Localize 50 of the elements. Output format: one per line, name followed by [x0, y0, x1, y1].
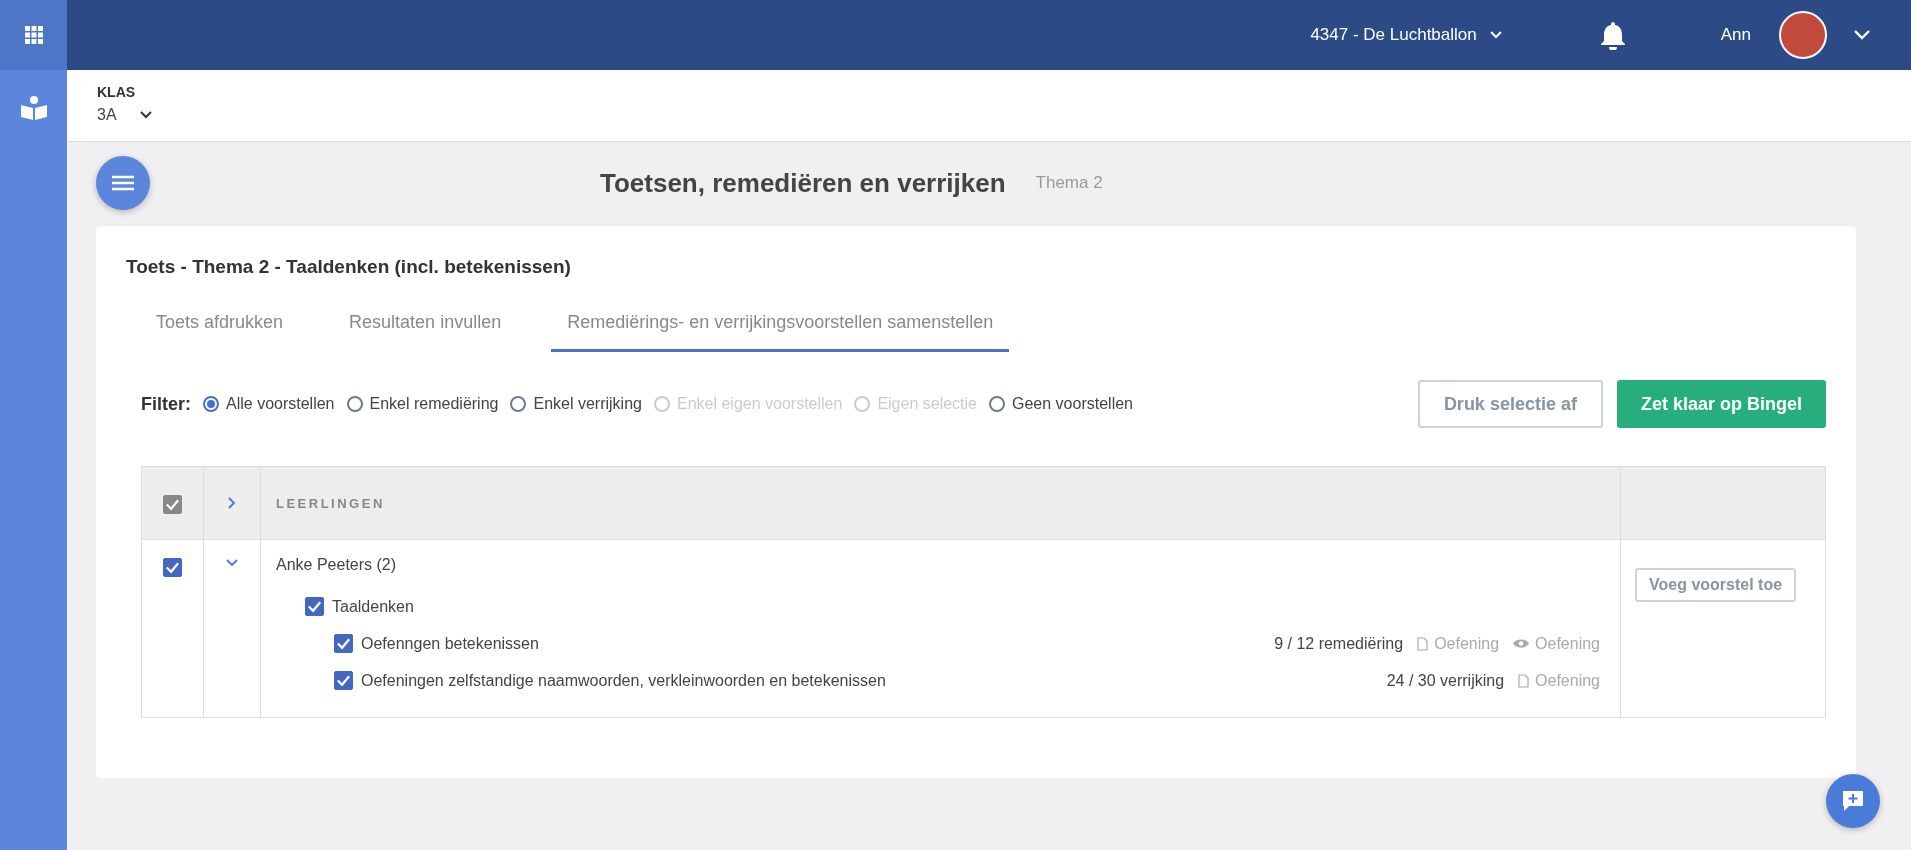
- checkbox[interactable]: [163, 558, 182, 577]
- add-proposal-button[interactable]: Voeg voorstel toe: [1635, 568, 1797, 602]
- checkbox[interactable]: [334, 671, 353, 690]
- tab[interactable]: Resultaten invullen: [333, 302, 518, 352]
- checkbox[interactable]: [305, 597, 324, 616]
- chat-button[interactable]: [1826, 774, 1880, 828]
- grid-icon: [24, 26, 43, 44]
- chat-plus-icon: [1841, 790, 1865, 812]
- test-title: Toets - Thema 2 - Taaldenken (incl. betekenissen): [126, 256, 572, 278]
- filter-radio[interactable]: Enkel remediëring: [346, 395, 499, 413]
- menu-button[interactable]: [96, 156, 150, 210]
- checkbox[interactable]: [163, 495, 182, 514]
- school-selector[interactable]: 4347 - De Luchtballon: [1310, 25, 1503, 45]
- document-icon: [1417, 636, 1429, 651]
- column-header: LEERLINGEN: [275, 494, 386, 513]
- exercise-name: Oefenngen betekenissen: [361, 634, 539, 653]
- expand-chevron-icon[interactable]: [225, 558, 239, 568]
- user-name: Ann: [1720, 25, 1751, 45]
- chevron-down-icon: [1488, 30, 1503, 40]
- document-icon: [1518, 673, 1530, 688]
- apps-button[interactable]: [0, 0, 67, 70]
- filter-label: Filter:: [141, 393, 191, 415]
- print-button[interactable]: Druk selectie af: [1417, 380, 1603, 428]
- reader-book-icon: [19, 94, 48, 121]
- topic-name: Taaldenken: [332, 597, 414, 616]
- chevron-down-icon[interactable]: [1853, 29, 1871, 41]
- tab[interactable]: Remediërings- en verrijkingsvoorstellen samenstellen: [551, 302, 1010, 352]
- eye-icon: [1513, 638, 1530, 649]
- exercise-link[interactable]: Oefening: [1518, 671, 1600, 690]
- menu-icon: [112, 175, 134, 191]
- avatar[interactable]: [1779, 11, 1827, 59]
- bell-icon[interactable]: [1598, 20, 1627, 50]
- preview-link[interactable]: Oefening: [1513, 634, 1600, 653]
- publish-button[interactable]: Zet klaar op Bingel: [1616, 380, 1826, 428]
- tab[interactable]: Toets afdrukken: [140, 302, 300, 352]
- checkbox[interactable]: [334, 634, 353, 653]
- class-label: KLAS: [97, 84, 137, 100]
- exercise-link[interactable]: Oefening: [1417, 634, 1500, 653]
- page-title: Toetsen, remediëren en verrijken: [600, 167, 1006, 199]
- expand-chevron-icon[interactable]: [227, 496, 237, 510]
- filter-radio[interactable]: Enkel verrijking: [510, 395, 642, 413]
- score-text: 24 / 30 verrijking: [1386, 671, 1505, 690]
- student-name: Anke Peeters (2): [276, 556, 398, 574]
- filter-radio[interactable]: Alle voorstellen: [203, 395, 335, 413]
- page-subtitle: Thema 2: [1035, 173, 1103, 193]
- exercise-name: Oefeningen zelfstandige naamwoorden, verkleinwoorden en betekenissen: [361, 671, 886, 690]
- filter-radio[interactable]: Geen voorstellen: [989, 395, 1133, 413]
- score-text: 9 / 12 remediëring: [1274, 634, 1404, 653]
- chevron-down-icon: [138, 110, 153, 120]
- class-selector[interactable]: 3A: [97, 106, 1881, 124]
